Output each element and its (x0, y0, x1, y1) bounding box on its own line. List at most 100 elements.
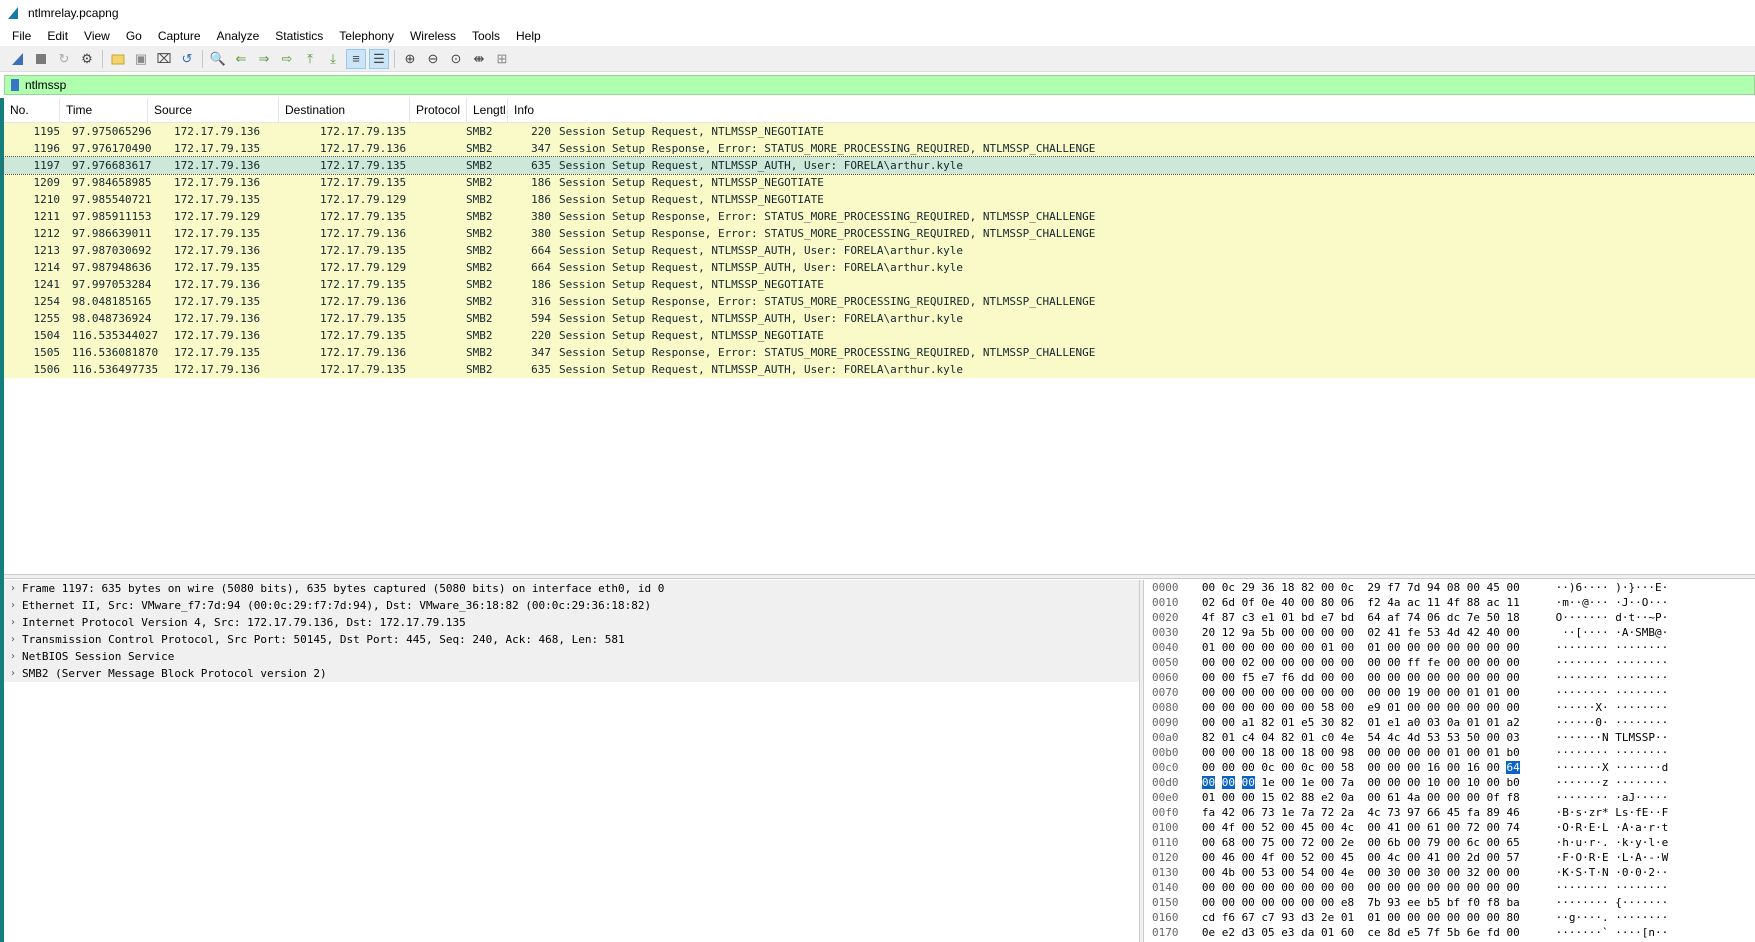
byte-ascii[interactable]: ········ ········ (1556, 881, 1755, 894)
menu-view[interactable]: View (76, 26, 118, 46)
byte-ascii[interactable]: ········ ········ (1556, 746, 1755, 759)
save-file-icon[interactable]: ▣ (131, 49, 151, 69)
start-capture-icon[interactable] (8, 49, 28, 69)
packet-row[interactable]: 1506 116.536497735 172.17.79.136 172.17.79.… (4, 361, 1755, 378)
packet-row[interactable]: 1211 97.985911153 172.17.79.129 172.17.79.1… (4, 208, 1755, 225)
packet-row[interactable]: 1213 97.987030692 172.17.79.136 172.17.79.1… (4, 242, 1755, 259)
byte-ascii[interactable]: ·K·S·T·N ·0·0·2·· (1556, 866, 1755, 879)
colorize-icon[interactable]: ☰ (369, 48, 389, 69)
byte-hex[interactable]: 00 00 a1 82 01 e5 30 82 01 e1 a0 03 0a 0… (1202, 716, 1556, 729)
detail-tree-item[interactable]: › SMB2 (Server Message Block Protocol ver… (4, 665, 1139, 682)
reload-file-icon[interactable]: ↺ (177, 49, 197, 69)
open-file-icon[interactable] (108, 49, 128, 69)
column-protocol[interactable]: Protocol (410, 98, 467, 122)
column-time[interactable]: Time (60, 98, 148, 122)
go-back-icon[interactable]: ⇐ (231, 49, 251, 69)
horizontal-splitter[interactable] (4, 574, 1755, 579)
expand-chevron-icon[interactable]: › (4, 617, 22, 628)
byte-ascii[interactable]: ··)6···· )·}···E· (1556, 581, 1755, 594)
byte-hex[interactable]: fa 42 06 73 1e 7a 72 2a 4c 73 97 66 45 f… (1202, 806, 1556, 819)
byte-hex[interactable]: 00 00 00 1e 00 1e 00 7a 00 00 00 10 00 1… (1201, 776, 1556, 789)
byte-ascii[interactable]: ······X· ········ (1556, 701, 1755, 714)
byte-ascii[interactable]: ········ ·aJ····· (1556, 791, 1755, 804)
go-to-packet-icon[interactable]: ⇨ (277, 49, 297, 69)
expand-chevron-icon[interactable]: › (4, 583, 22, 594)
menu-capture[interactable]: Capture (150, 26, 209, 46)
byte-ascii[interactable]: ········ ········ (1556, 656, 1755, 669)
byte-hex[interactable]: 01 00 00 15 02 88 e2 0a 00 61 4a 00 00 0… (1202, 791, 1556, 804)
byte-hex[interactable]: 00 4f 00 52 00 45 00 4c 00 41 00 61 00 7… (1202, 821, 1556, 834)
column-length[interactable]: Lengtl (467, 98, 508, 122)
byte-hex[interactable]: 01 00 00 00 00 00 01 00 01 00 00 00 00 0… (1202, 641, 1556, 654)
first-packet-icon[interactable]: ⤒ (300, 49, 320, 69)
detail-tree-item[interactable]: › Frame 1197: 635 bytes on wire (5080 bit… (4, 580, 1139, 597)
expand-chevron-icon[interactable]: › (4, 600, 22, 611)
menu-analyze[interactable]: Analyze (209, 26, 268, 46)
packet-row[interactable]: 1196 97.976170490 172.17.79.135 172.17.79.1… (4, 140, 1755, 157)
packet-row[interactable]: 1195 97.975065296 172.17.79.136 172.17.79.1… (4, 123, 1755, 140)
packet-details[interactable]: › Frame 1197: 635 bytes on wire (5080 bit… (4, 580, 1139, 942)
byte-ascii[interactable]: ·······` ····[n·· (1556, 926, 1755, 939)
autoscroll-icon[interactable]: ≡ (346, 48, 366, 69)
byte-hex[interactable]: 00 00 f5 e7 f6 dd 00 00 00 00 00 00 00 0… (1202, 671, 1556, 684)
byte-hex[interactable]: 00 4b 00 53 00 54 00 4e 00 30 00 30 00 3… (1202, 866, 1556, 879)
capture-options-icon[interactable]: ⚙ (77, 49, 97, 69)
menu-help[interactable]: Help (508, 26, 549, 46)
bookmark-icon[interactable] (11, 79, 19, 91)
menu-go[interactable]: Go (118, 26, 150, 46)
menu-edit[interactable]: Edit (39, 26, 76, 46)
byte-hex[interactable]: 4f 87 c3 e1 01 bd e7 bd 64 af 74 06 dc 7… (1202, 611, 1556, 624)
byte-hex[interactable]: 02 6d 0f 0e 40 00 80 06 f2 4a ac 11 4f 8… (1202, 596, 1556, 609)
last-packet-icon[interactable]: ⤓ (323, 49, 343, 69)
byte-ascii[interactable]: ········ ········ (1556, 641, 1755, 654)
byte-hex[interactable]: 0e e2 d3 05 e3 da 01 60 ce 8d e5 7f 5b 6… (1202, 926, 1556, 939)
packet-row[interactable]: 1255 98.048736924 172.17.79.136 172.17.79.1… (4, 310, 1755, 327)
byte-hex[interactable]: 00 68 00 75 00 72 00 2e 00 6b 00 79 00 6… (1202, 836, 1556, 849)
zoom-in-icon[interactable]: ⊕ (400, 49, 420, 69)
packet-row[interactable]: 1241 97.997053284 172.17.79.136 172.17.79.1… (4, 276, 1755, 293)
menu-telephony[interactable]: Telephony (331, 26, 402, 46)
byte-hex[interactable]: 20 12 9a 5b 00 00 00 00 02 41 fe 53 4d 4… (1202, 626, 1556, 639)
menu-wireless[interactable]: Wireless (402, 26, 464, 46)
byte-hex[interactable]: 00 00 02 00 00 00 00 00 00 00 ff fe 00 0… (1202, 656, 1556, 669)
byte-ascii[interactable]: ·······z ········ (1556, 776, 1755, 789)
zoom-normal-icon[interactable]: ⊙ (446, 49, 466, 69)
column-source[interactable]: Source (148, 98, 279, 122)
byte-hex[interactable]: 00 00 00 18 00 18 00 98 00 00 00 00 01 0… (1202, 746, 1556, 759)
byte-ascii[interactable]: ··g····. ········ (1556, 911, 1755, 924)
menu-statistics[interactable]: Statistics (267, 26, 331, 46)
byte-ascii[interactable]: ·······X ·······d (1556, 761, 1755, 774)
display-filter-input[interactable]: ntlmssp (25, 78, 66, 92)
byte-hex[interactable]: 00 00 00 00 00 00 58 00 e9 01 00 00 00 0… (1202, 701, 1556, 714)
packet-row[interactable]: 1212 97.986639011 172.17.79.135 172.17.79.1… (4, 225, 1755, 242)
packet-row[interactable]: 1505 116.536081870 172.17.79.135 172.17.79.… (4, 344, 1755, 361)
byte-hex[interactable]: 00 00 00 00 00 00 00 e8 7b 93 ee b5 bf f… (1202, 896, 1556, 909)
expand-chevron-icon[interactable]: › (4, 634, 22, 645)
byte-ascii[interactable]: ······0· ········ (1556, 716, 1755, 729)
byte-ascii[interactable]: ········ ········ (1556, 671, 1755, 684)
packet-list[interactable]: No. Time Source Destination Protocol Len… (3, 98, 1755, 574)
packet-row[interactable]: 1214 97.987948636 172.17.79.135 172.17.79.1… (4, 259, 1755, 276)
menu-tools[interactable]: Tools (464, 26, 508, 46)
byte-ascii[interactable]: ·m··@··· ·J··O··· (1556, 596, 1755, 609)
resize-columns-icon[interactable]: ⇼ (469, 49, 489, 69)
byte-ascii[interactable]: O······· d·t··~P· (1556, 611, 1755, 624)
byte-hex[interactable]: 00 00 00 0c 00 0c 00 58 00 00 00 16 00 1… (1202, 761, 1556, 774)
packet-row[interactable]: 1209 97.984658985 172.17.79.136 172.17.79.1… (4, 174, 1755, 191)
column-destination[interactable]: Destination (279, 98, 410, 122)
byte-ascii[interactable]: ·O·R·E·L ·A·a·r·t (1556, 821, 1755, 834)
expand-chevron-icon[interactable]: › (4, 668, 22, 679)
stop-capture-icon[interactable] (31, 49, 51, 69)
byte-ascii[interactable]: ········ {······· (1556, 896, 1755, 909)
byte-ascii[interactable]: ··[···· ·A·SMB@· (1556, 626, 1755, 639)
byte-hex[interactable]: 00 00 00 00 00 00 00 00 00 00 00 00 00 0… (1202, 881, 1556, 894)
byte-hex[interactable]: cd f6 67 c7 93 d3 2e 01 01 00 00 00 00 0… (1202, 911, 1556, 924)
byte-ascii[interactable]: ·······N TLMSSP·· (1556, 731, 1755, 744)
column-no[interactable]: No. (4, 98, 60, 122)
close-file-icon[interactable]: ⌧ (154, 49, 174, 69)
byte-hex[interactable]: 00 46 00 4f 00 52 00 45 00 4c 00 41 00 2… (1202, 851, 1556, 864)
packet-row[interactable]: 1504 116.535344027 172.17.79.136 172.17.79.… (4, 327, 1755, 344)
byte-hex[interactable]: 82 01 c4 04 82 01 c0 4e 54 4c 4d 53 53 5… (1202, 731, 1556, 744)
restart-capture-icon[interactable]: ↻ (54, 49, 74, 69)
expand-chevron-icon[interactable]: › (4, 651, 22, 662)
